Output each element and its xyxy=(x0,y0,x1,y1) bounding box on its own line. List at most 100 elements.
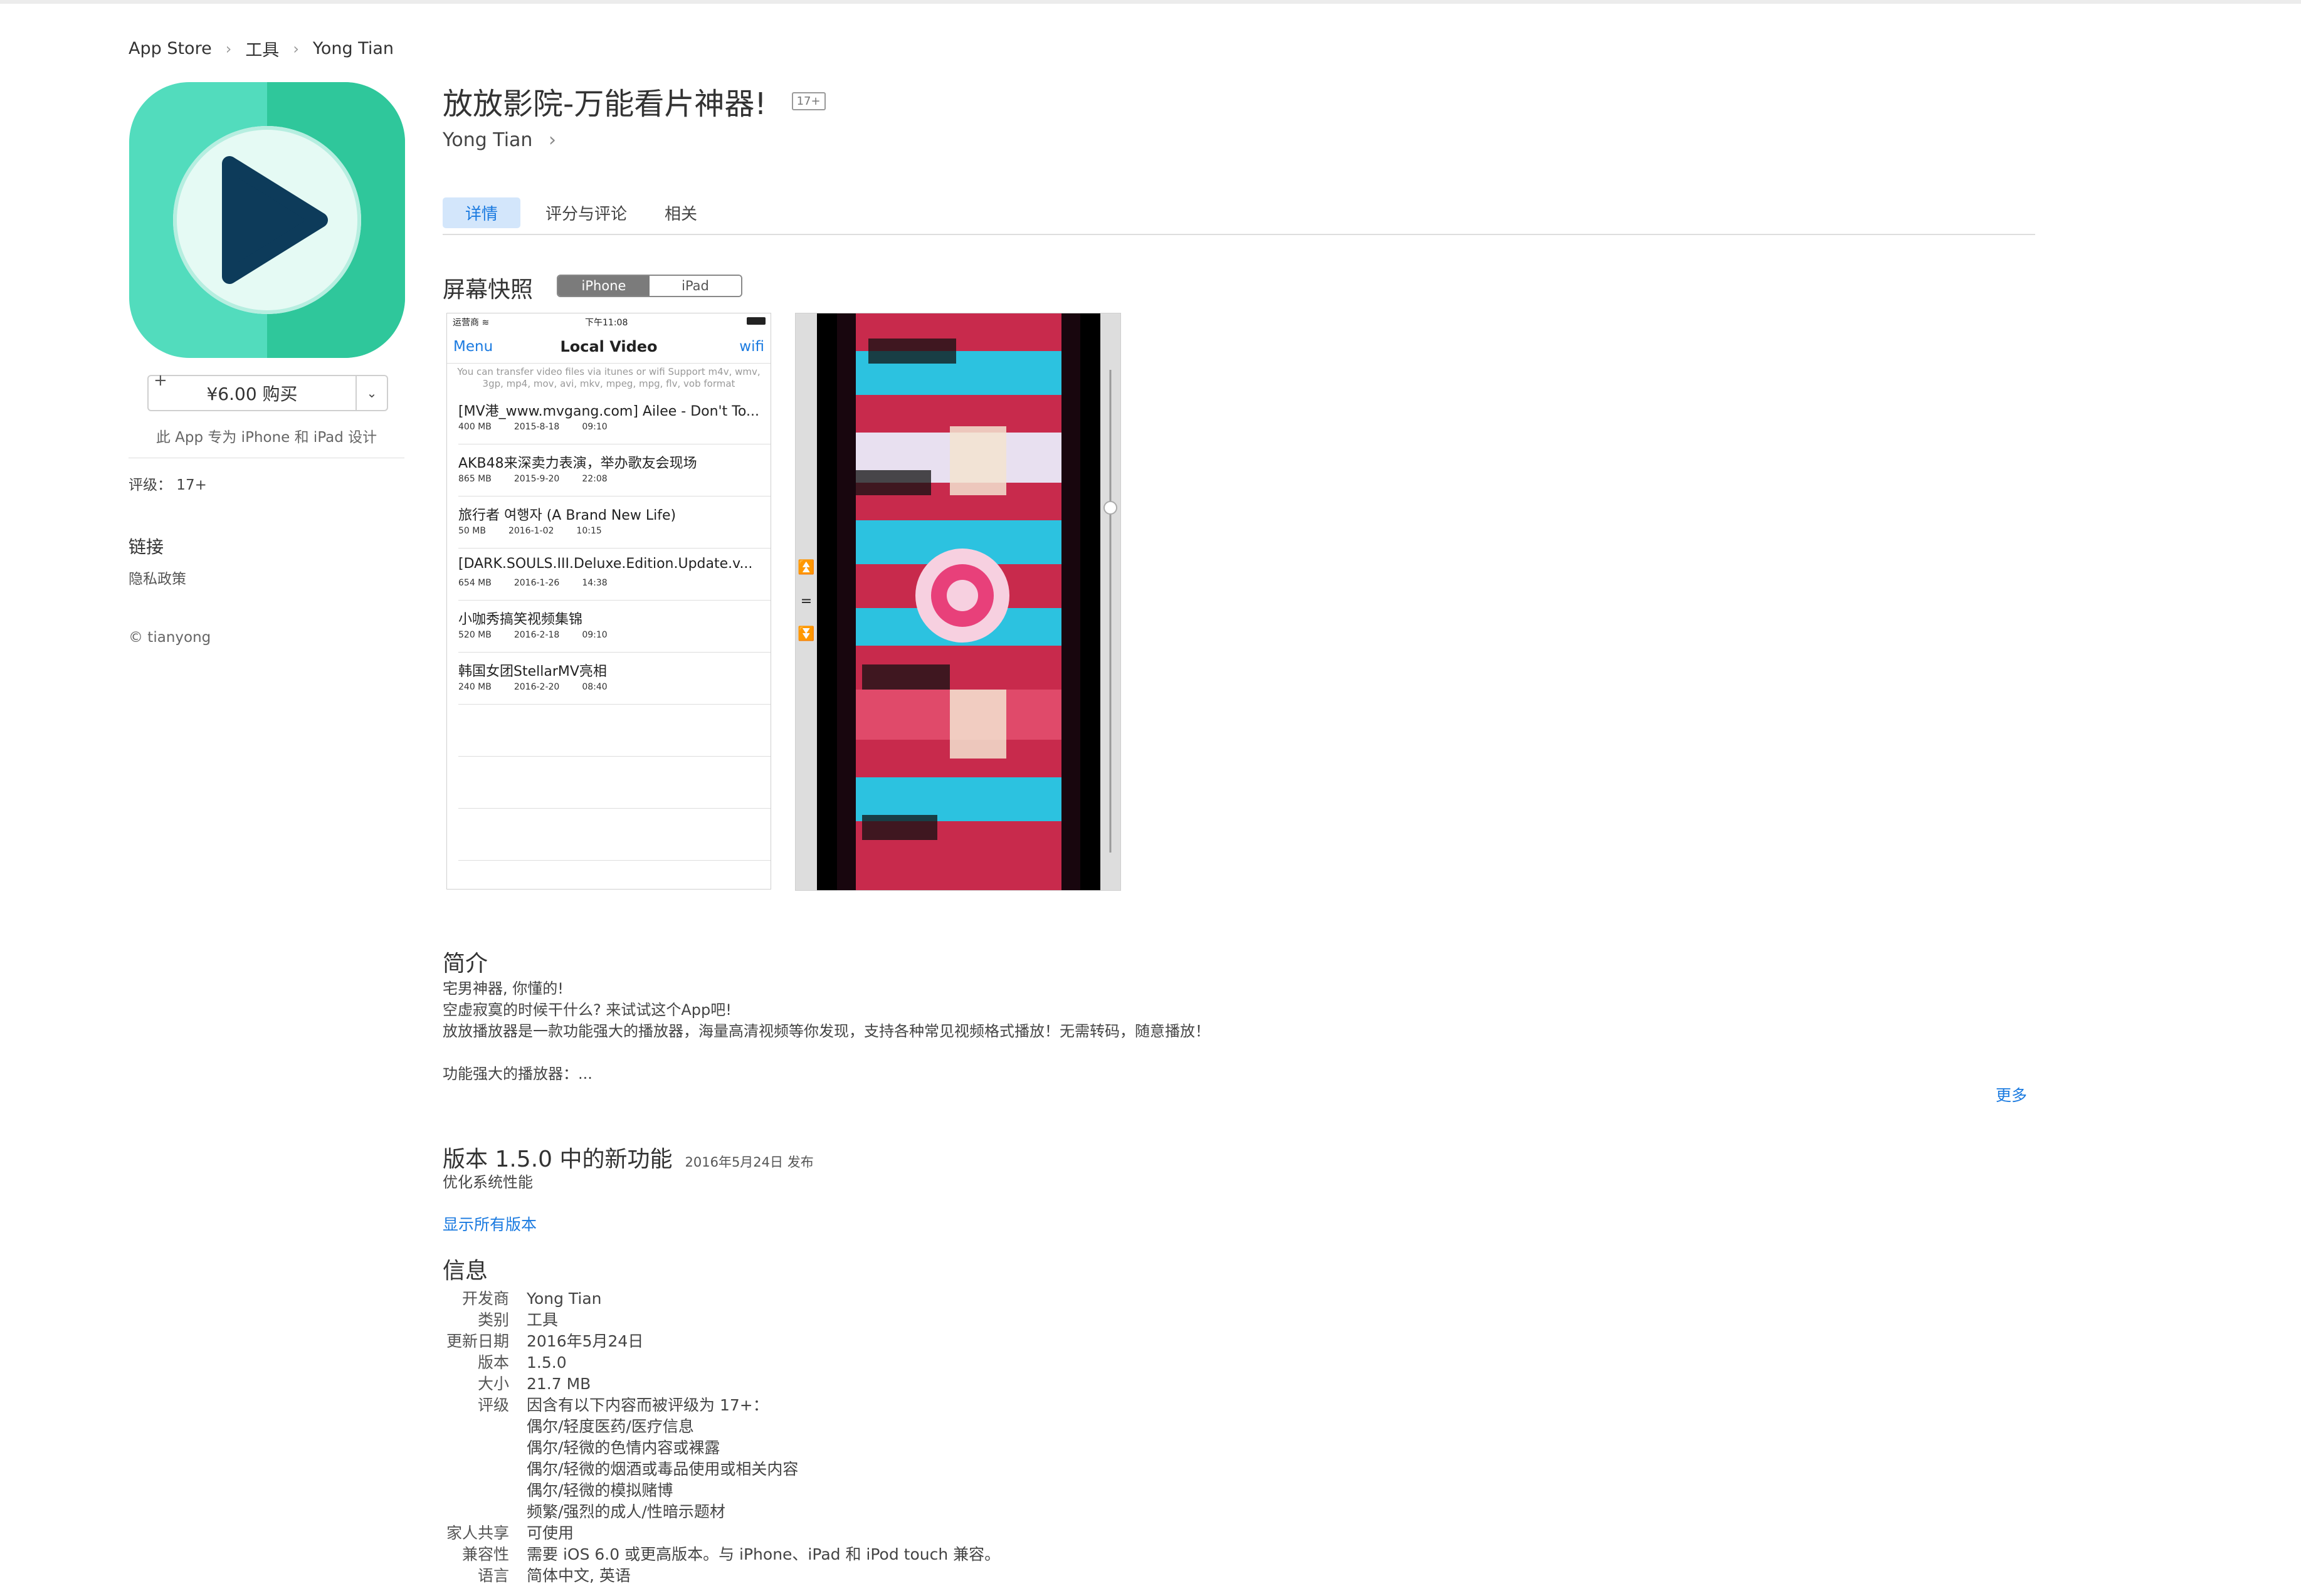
breadcrumb-category[interactable]: 工具 xyxy=(245,36,279,61)
developer-link[interactable]: Yong Tian › xyxy=(443,129,556,151)
info-row: 评级 因含有以下内容而被评级为 17+： 偶尔/轻度医药/医疗信息 偶尔/轻微的… xyxy=(443,1395,1000,1523)
version-date: 2016年5月24日 发布 xyxy=(685,1155,814,1170)
video-date: 2016-2-20 xyxy=(513,682,560,692)
info-key: 更新日期 xyxy=(446,1332,509,1350)
info-row: 大小 21.7 MB xyxy=(443,1373,1000,1395)
video-size: 654 MB xyxy=(458,578,492,588)
carrier-label: 运营商 ≋ xyxy=(453,318,490,328)
buy-button[interactable]: + ¥6.00 购买 ⌄ xyxy=(147,371,388,411)
intro-line: 空虚寂寞的时候干什么? 来试试这个App吧! xyxy=(443,1001,732,1019)
video-size: 865 MB xyxy=(458,474,492,484)
intro-text: 宅男神器, 你懂的! 空虚寂寞的时候干什么? 来试试这个App吧! 放放播放器是… xyxy=(443,978,1210,1084)
list-item: [MV港_www.mvgang.com] Ailee - Don't To...… xyxy=(458,392,771,444)
video-date: 2015-9-20 xyxy=(513,474,560,484)
video-date: 2016-1-02 xyxy=(508,526,554,536)
device-tab-iphone[interactable]: iPhone xyxy=(558,276,650,296)
video-meta: 400 MB 2015-8-18 09:10 xyxy=(458,422,630,432)
video-name: [DARK.SOULS.III.Deluxe.Edition.Update.v.… xyxy=(458,556,753,572)
video-size: 240 MB xyxy=(458,682,492,692)
slider-track xyxy=(1103,370,1117,853)
rating-reason: 频繁/强烈的成人/性暗示题材 xyxy=(527,1503,725,1521)
chevron-right-icon: › xyxy=(548,129,556,151)
list-item: 旅行者 여행자 (A Brand New Life) 50 MB 2016-1-0… xyxy=(458,496,771,549)
info-row: 家人共享 可使用 xyxy=(443,1523,1000,1544)
progress-slider[interactable] xyxy=(1100,313,1120,890)
info-value: 简体中文, 英语 xyxy=(527,1567,631,1585)
video-time: 14:38 xyxy=(582,578,608,588)
battery-icon xyxy=(747,317,766,325)
version-heading-row: 版本 1.5.0 中的新功能 2016年5月24日 发布 xyxy=(443,1141,814,1173)
list-item: [DARK.SOULS.III.Deluxe.Edition.Update.v.… xyxy=(458,549,771,601)
tab-related[interactable]: 相关 xyxy=(652,197,710,228)
video-name: 旅行者 여행자 (A Brand New Life) xyxy=(458,508,677,523)
video-date: 2016-1-26 xyxy=(513,578,560,588)
privacy-link[interactable]: 隐私政策 xyxy=(129,567,186,588)
breadcrumb-app-store[interactable]: App Store xyxy=(129,39,212,58)
top-divider xyxy=(0,0,2301,4)
info-key: 家人共享 xyxy=(446,1524,509,1542)
developer-name: Yong Tian xyxy=(443,129,533,151)
info-key: 类别 xyxy=(477,1311,509,1329)
breadcrumb-developer[interactable]: Yong Tian xyxy=(313,39,394,58)
screenshot-video-player[interactable]: ⏫ = ⏬ xyxy=(795,313,1121,891)
video-meta: 50 MB 2016-1-02 10:15 xyxy=(458,526,624,536)
video-size: 400 MB xyxy=(458,422,492,432)
info-value: 可使用 xyxy=(527,1524,574,1542)
chevron-right-icon: › xyxy=(293,39,299,58)
video-date: 2016-2-18 xyxy=(513,630,560,640)
video-size: 50 MB xyxy=(458,526,486,536)
svg-text:⏫: ⏫ xyxy=(798,559,814,575)
rating-reason: 因含有以下内容而被评级为 17+： xyxy=(527,1396,769,1414)
info-key: 开发商 xyxy=(461,1289,509,1308)
video-time: 09:10 xyxy=(582,422,608,432)
phone-status-bar: 运营商 ≋ 下午11:08 xyxy=(447,313,771,328)
video-name: [MV港_www.mvgang.com] Ailee - Don't To... xyxy=(458,404,759,419)
more-link[interactable]: 更多 xyxy=(1996,1083,2027,1106)
device-tab-ipad[interactable]: iPad xyxy=(650,276,741,296)
list-item: 韩国女团StellarMV亮相 240 MB 2016-2-20 08:40 xyxy=(458,653,771,705)
info-key: 版本 xyxy=(477,1353,509,1372)
info-value: 2016年5月24日 xyxy=(527,1332,644,1350)
empty-row xyxy=(458,809,771,861)
buy-price-label: ¥6.00 购买 xyxy=(206,384,298,404)
screenshots-heading: 屏幕快照 xyxy=(443,277,534,303)
video-name: 小咖秀搞笑视频集锦 xyxy=(458,612,583,627)
play-icon xyxy=(222,156,328,284)
intro-line: 功能强大的播放器：... xyxy=(443,1065,592,1083)
video-name: AKB48来深卖力表演，举办歌友会现场 xyxy=(458,456,697,471)
intro-line xyxy=(443,1042,1210,1063)
wifi-button: wifi xyxy=(739,339,764,355)
video-meta: 654 MB 2016-1-26 14:38 xyxy=(458,578,630,588)
svg-text:=: = xyxy=(801,594,812,609)
svg-text:⏬: ⏬ xyxy=(798,626,814,642)
breadcrumb: App Store › 工具 › Yong Tian xyxy=(129,36,394,61)
tab-ratings[interactable]: 评分与评论 xyxy=(533,197,640,228)
info-row: 开发商 Yong Tian xyxy=(443,1288,1000,1310)
video-frame-image xyxy=(837,313,1080,890)
links-heading: 链接 xyxy=(129,537,164,557)
info-row: 语言 简体中文, 英语 xyxy=(443,1565,1000,1587)
video-size: 520 MB xyxy=(458,630,492,640)
transfer-hint: You can transfer video files via itunes … xyxy=(457,366,761,389)
info-row: 版本 1.5.0 xyxy=(443,1352,1000,1373)
info-row: 类别 工具 xyxy=(443,1310,1000,1331)
info-key: 大小 xyxy=(477,1375,509,1393)
intro-heading: 简介 xyxy=(443,951,488,977)
app-title-row: 放放影院-万能看片神器! 17+ xyxy=(443,79,826,123)
app-icon xyxy=(129,82,405,358)
age-badge: 17+ xyxy=(791,92,826,110)
info-value: 工具 xyxy=(527,1311,559,1329)
chevron-down-icon[interactable]: ⌄ xyxy=(355,376,387,410)
video-frame xyxy=(837,313,1080,890)
info-value: 需要 iOS 6.0 或更高版本。与 iPhone、iPad 和 iPod to… xyxy=(527,1545,1001,1563)
plus-icon: + xyxy=(154,371,167,390)
status-time: 下午11:08 xyxy=(585,318,628,328)
tab-bar: 详情 评分与评论 相关 xyxy=(443,197,710,228)
all-versions-link[interactable]: 显示所有版本 xyxy=(443,1212,537,1235)
copyright-text: © tianyong xyxy=(129,629,211,646)
screenshot-video-list[interactable]: 运营商 ≋ 下午11:08 Menu Local Video wifi You … xyxy=(446,313,771,890)
info-value: 21.7 MB xyxy=(527,1375,591,1393)
tab-details[interactable]: 详情 xyxy=(443,197,521,228)
app-store-page: App Store › 工具 › Yong Tian + ¥6.00 购买 ⌄ … xyxy=(0,0,2301,1596)
video-time: 22:08 xyxy=(582,474,608,484)
